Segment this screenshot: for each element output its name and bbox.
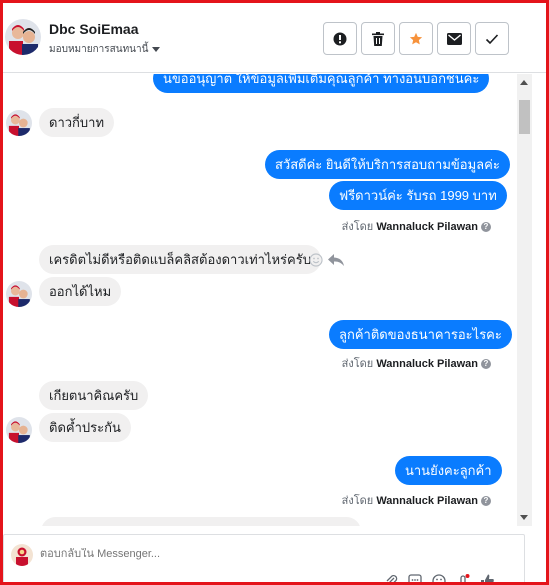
mail-icon (446, 32, 462, 45)
attach-icon[interactable] (384, 574, 398, 582)
message-thread[interactable]: นขออนุญาต ให้ข้อมูลเพิ่มเติมคุณลูกค้า ทา… (3, 74, 531, 526)
avatar[interactable] (5, 19, 41, 55)
sent-by-label: ส่งโดย Wannaluck Pilawan? (342, 217, 491, 235)
message-incoming[interactable]: เกียตนาคิณครับ (39, 381, 149, 410)
check-icon (485, 33, 499, 44)
clip-icon[interactable] (456, 573, 470, 582)
message-outgoing[interactable]: ลูกค้าติดของธนาคารอะไรคะ (329, 320, 512, 349)
sent-by-prefix: ส่งโดย (341, 221, 374, 233)
alert-icon (333, 32, 347, 45)
page-avatar (11, 544, 33, 566)
message-incoming[interactable]: เครดิตไม่ดีหรือติดแบล็คลิสต้องดาวเท่าไหร… (39, 245, 321, 274)
caret-down-icon (152, 46, 161, 52)
sent-by-label: ส่งโดย Wannaluck Pilawan? (342, 354, 491, 372)
message-outgoing[interactable]: ฟรีดาวน์ค่ะ รับรถ 1999 บาท (329, 181, 507, 210)
thread-scrollbar[interactable] (517, 74, 532, 526)
reply-input[interactable] (40, 548, 340, 560)
help-icon[interactable]: ? (481, 496, 491, 507)
star-icon (409, 32, 423, 44)
message-incoming[interactable]: ดาวกี่บาท (39, 108, 115, 137)
contact-avatar[interactable] (6, 110, 32, 136)
message-incoming-clipped[interactable] (41, 517, 361, 526)
conversation-header: Dbc SoiEmaa มอบหมายการสนทนานี้ (3, 3, 546, 73)
assign-conversation-dropdown[interactable]: มอบหมายการสนทนานี้ (49, 42, 161, 57)
help-icon[interactable]: ? (481, 359, 491, 370)
contact-avatar[interactable] (6, 281, 32, 307)
assign-label: มอบหมายการสนทนานี้ (49, 44, 149, 55)
sent-by-name: Wannaluck Pilawan (376, 221, 478, 233)
star-button[interactable] (399, 22, 433, 55)
saved-replies-icon[interactable] (408, 573, 422, 582)
delete-button[interactable] (361, 22, 395, 55)
contact-name[interactable]: Dbc SoiEmaa (49, 21, 138, 37)
app-window: Dbc SoiEmaa มอบหมายการสนทนานี้ นขออนุญาต… (0, 0, 549, 585)
sent-by-name: Wannaluck Pilawan (376, 495, 478, 507)
emoji-icon[interactable] (432, 573, 446, 582)
reply-icon[interactable] (328, 254, 344, 272)
sent-by-label: ส่งโดย Wannaluck Pilawan? (342, 491, 491, 509)
sent-by-prefix: ส่งโดย (341, 495, 374, 507)
sent-by-name: Wannaluck Pilawan (376, 358, 478, 370)
scroll-up-icon[interactable] (520, 80, 528, 85)
react-emoji-icon[interactable] (309, 253, 323, 272)
message-incoming[interactable]: ติดค้ำประกัน (39, 413, 131, 442)
message-outgoing[interactable]: นขออนุญาต ให้ข้อมูลเพิ่มเติมคุณลูกค้า ทา… (153, 74, 490, 93)
trash-icon (372, 31, 384, 46)
help-icon[interactable]: ? (481, 222, 491, 233)
message-outgoing[interactable]: นานยังคะลูกค้า (395, 456, 502, 485)
mark-unread-button[interactable] (437, 22, 471, 55)
like-icon[interactable] (480, 574, 494, 582)
message-outgoing[interactable]: สวัสดีค่ะ ยินดีให้บริการสอบถามข้อมูลค่ะ (265, 150, 510, 179)
sent-by-prefix: ส่งโดย (341, 358, 374, 370)
message-incoming[interactable]: ออกได้ไหม (39, 277, 122, 306)
done-button[interactable] (475, 22, 509, 55)
reply-composer (3, 534, 525, 582)
report-button[interactable] (323, 22, 357, 55)
composer-toolbar (384, 573, 494, 582)
scroll-down-icon[interactable] (520, 515, 528, 520)
contact-avatar[interactable] (6, 417, 32, 443)
scroll-thumb[interactable] (519, 100, 530, 134)
